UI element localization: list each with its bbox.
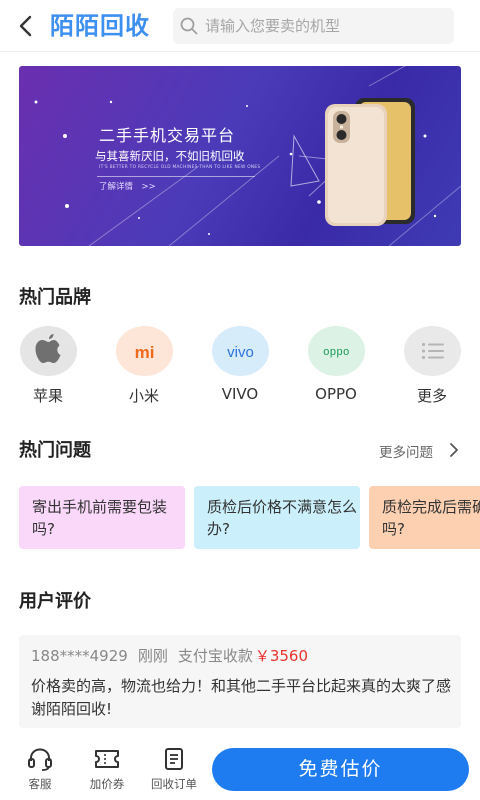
banner-english: IT'S BETTER TO RECYCLE OLD MACHINES THAN… bbox=[99, 165, 261, 170]
banner-link[interactable]: 了解详情 >> bbox=[99, 180, 156, 192]
vivo-icon: vivo bbox=[211, 326, 269, 376]
apple-icon bbox=[19, 326, 77, 376]
chevron-right-icon[interactable] bbox=[447, 441, 461, 459]
review-method: 支付宝收款 bbox=[177, 647, 253, 665]
tab-label: 客服 bbox=[28, 777, 52, 791]
back-arrow-icon[interactable] bbox=[12, 12, 40, 40]
tab-label: 回收订单 bbox=[151, 777, 197, 791]
review-time: 刚刚 bbox=[137, 647, 168, 665]
review-phone: 188****4929 bbox=[31, 647, 128, 665]
review-card: 188****4929 刚刚 支付宝收款 ￥3560 价格卖的高，物流也给力！和其他二… bbox=[19, 635, 461, 728]
question-card[interactable]: 质检完成后需确认吗? bbox=[369, 486, 480, 549]
brand-xiaomi[interactable]: mi 小米 bbox=[114, 326, 174, 406]
svg-text:mi: mi bbox=[134, 343, 154, 362]
question-text: 质检后价格不满意怎么办? bbox=[207, 498, 358, 538]
search-input[interactable]: 请输入您要卖的机型 bbox=[173, 8, 454, 44]
tab-coupon[interactable]: 加价券 bbox=[74, 746, 140, 792]
headset-icon bbox=[28, 748, 52, 771]
promo-banner[interactable]: 二手手机交易平台 与其喜新厌旧，不如旧机回收 IT'S BETTER TO RE… bbox=[19, 66, 461, 246]
search-placeholder: 请输入您要卖的机型 bbox=[205, 17, 341, 35]
brand-more[interactable]: 更多 bbox=[402, 326, 462, 406]
svg-text:vivo: vivo bbox=[227, 344, 254, 361]
review-meta: 188****4929 刚刚 支付宝收款 ￥3560 bbox=[31, 645, 318, 666]
question-card[interactable]: 质检后价格不满意怎么办? bbox=[194, 486, 360, 549]
bottom-bar: 客服 加价券 回收订单 免费估价 bbox=[0, 738, 480, 800]
question-text: 质检完成后需确认吗? bbox=[382, 498, 480, 538]
brand-oppo[interactable]: oppo OPPO bbox=[306, 326, 366, 403]
banner-subtitle: 与其喜新厌旧，不如旧机回收 bbox=[95, 149, 245, 163]
svg-text:oppo: oppo bbox=[323, 346, 349, 358]
phone-illustration bbox=[325, 98, 415, 226]
more-questions-link[interactable]: 更多问题 bbox=[379, 441, 433, 461]
brand-label: OPPO bbox=[315, 385, 357, 403]
brand-label: VIVO bbox=[221, 385, 259, 403]
brand-apple[interactable]: 苹果 bbox=[18, 326, 78, 406]
coupon-icon bbox=[95, 750, 119, 768]
review-text: 价格卖的高，物流也给力！和其他二手平台比起来真的太爽了感谢陌陌回收! bbox=[31, 677, 452, 718]
app-title: 陌陌回收 bbox=[50, 12, 150, 40]
brand-vivo[interactable]: vivo VIVO bbox=[210, 326, 270, 403]
free-estimate-button[interactable]: 免费估价 bbox=[212, 748, 469, 791]
tab-recycle-orders[interactable]: 回收订单 bbox=[141, 746, 207, 792]
list-icon bbox=[403, 326, 461, 376]
xiaomi-icon: mi bbox=[115, 326, 173, 376]
order-icon bbox=[165, 748, 183, 770]
tab-customer-service[interactable]: 客服 bbox=[7, 746, 73, 792]
question-card[interactable]: 寄出手机前需要包装吗? bbox=[19, 486, 185, 549]
search-icon bbox=[180, 17, 198, 35]
banner-title: 二手手机交易平台 bbox=[99, 126, 236, 145]
hot-questions-title: 热门问题 bbox=[19, 440, 91, 461]
tab-label: 加价券 bbox=[89, 777, 125, 791]
brand-label: 苹果 bbox=[32, 387, 63, 405]
top-bar: 陌陌回收 请输入您要卖的机型 bbox=[0, 0, 480, 52]
hot-brands-title: 热门品牌 bbox=[19, 287, 91, 308]
brand-label: 更多 bbox=[416, 387, 447, 405]
oppo-icon: oppo bbox=[307, 326, 365, 376]
question-text: 寄出手机前需要包装吗? bbox=[32, 498, 168, 538]
banner-divider bbox=[97, 176, 255, 177]
review-price: ￥3560 bbox=[254, 647, 309, 665]
brand-label: 小米 bbox=[128, 387, 159, 405]
user-reviews-title: 用户评价 bbox=[19, 591, 91, 612]
